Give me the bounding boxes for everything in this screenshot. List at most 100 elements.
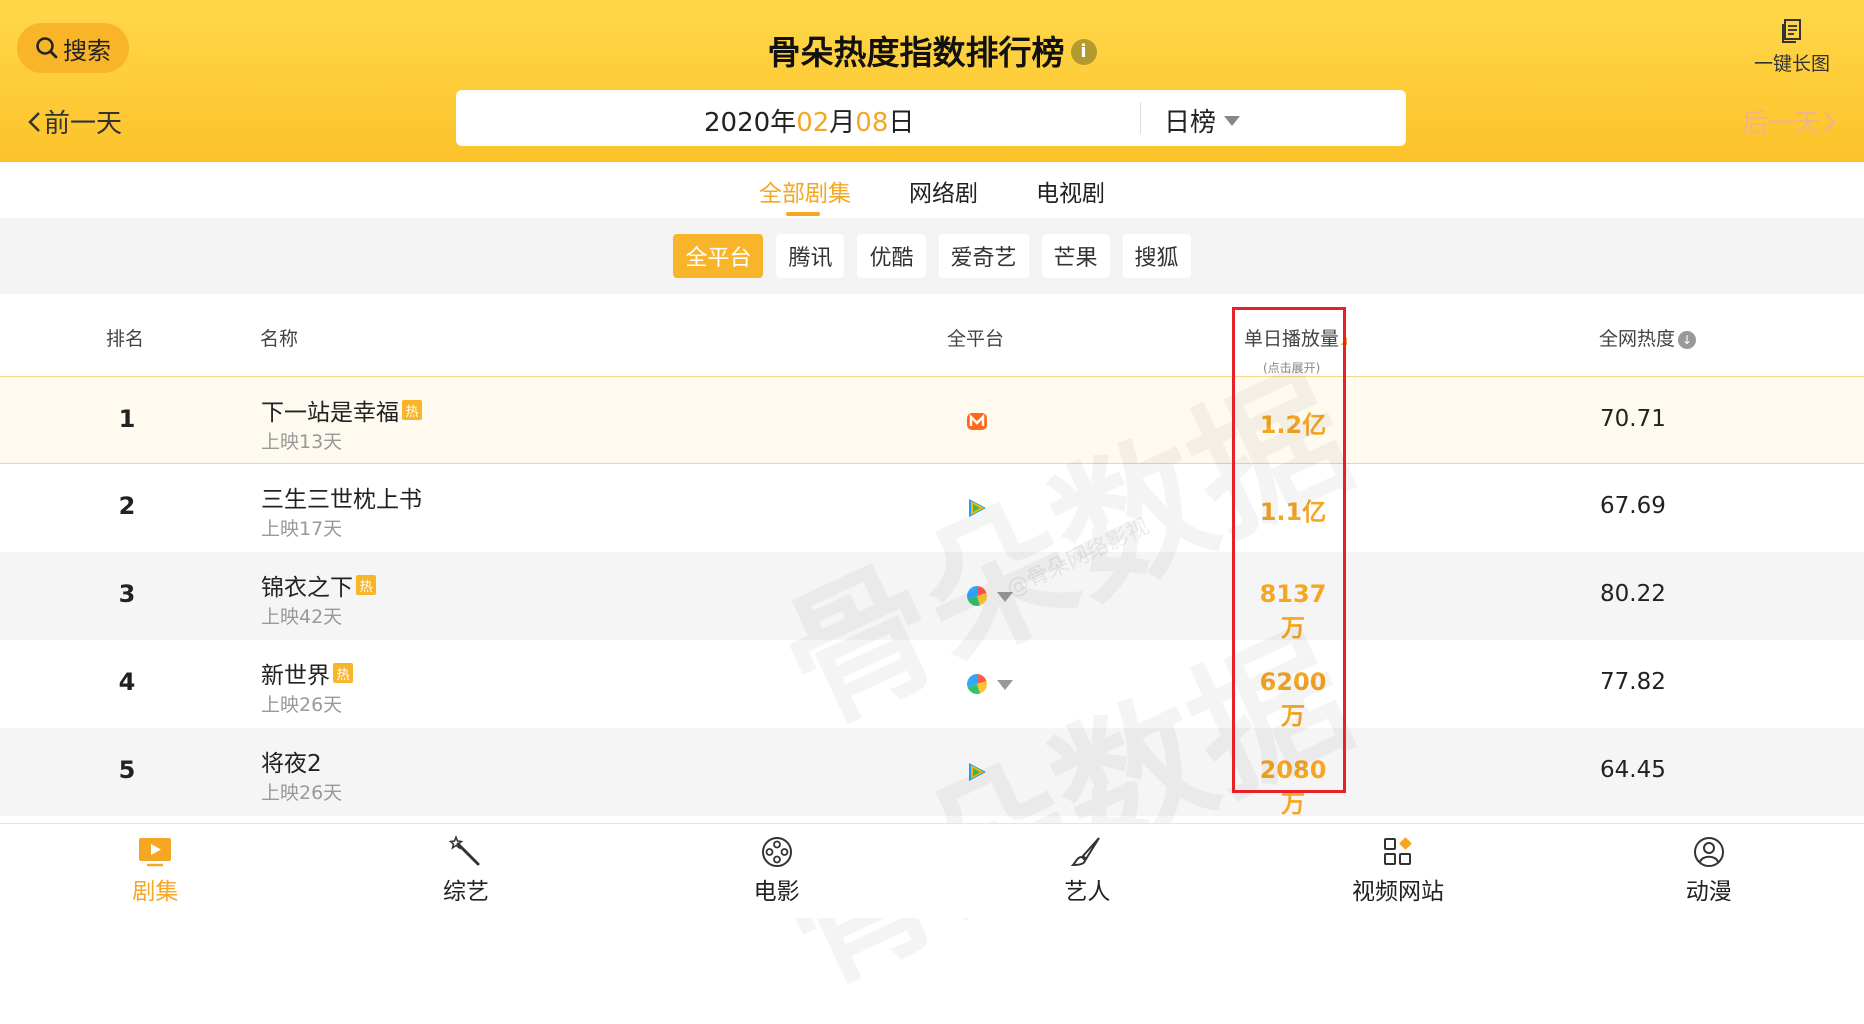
header-heat-label: 全网热度 bbox=[1599, 328, 1676, 350]
row-days: 上映42天 bbox=[261, 606, 343, 628]
tab-all[interactable]: 全部剧集 bbox=[759, 162, 851, 218]
date-selector: 2020年02月08日 日榜 bbox=[456, 90, 1406, 146]
row-title: 将夜2 bbox=[261, 751, 322, 777]
row-rank: 1 bbox=[118, 405, 136, 433]
prev-day-button[interactable]: 前一天 bbox=[26, 103, 122, 140]
row-days: 上映13天 bbox=[261, 431, 343, 453]
prev-day-label: 前一天 bbox=[44, 109, 123, 139]
arrow-down-circle-icon: ↓ bbox=[1678, 330, 1697, 349]
row-title: 锦衣之下 bbox=[261, 575, 353, 601]
bottom-nav: 剧集 综艺 电影 艺人 视频网站 动漫 bbox=[0, 823, 1864, 918]
date-month: 02 bbox=[796, 108, 830, 138]
header-name: 名称 bbox=[260, 328, 299, 350]
platform-mango[interactable]: 芒果 bbox=[1041, 234, 1110, 278]
row-heat: 80.22 bbox=[1600, 581, 1666, 607]
row-name: 新世界热 bbox=[261, 656, 353, 690]
row-name: 三生三世枕上书 bbox=[261, 480, 422, 514]
date-day: 08 bbox=[855, 108, 889, 138]
platform-youku[interactable]: 优酷 bbox=[857, 234, 926, 278]
table-row[interactable]: 5 将夜2 上映26天 2080万 64.45 bbox=[0, 728, 1864, 818]
table-row[interactable]: 1 下一站是幸福热 上映13天 1.2亿 70.71 bbox=[0, 376, 1864, 464]
nav-movies[interactable]: 电影 bbox=[621, 824, 932, 918]
table-row[interactable]: 2 三生三世枕上书 上映17天 1.1亿 67.69 bbox=[0, 464, 1864, 552]
tab-tv-series[interactable]: 电视剧 bbox=[1036, 162, 1105, 218]
platform-all[interactable]: 全平台 bbox=[673, 234, 764, 278]
row-title: 三生三世枕上书 bbox=[261, 487, 422, 513]
date-divider bbox=[1140, 102, 1141, 134]
nav-variety-label: 综艺 bbox=[443, 879, 489, 905]
row-days: 上映26天 bbox=[261, 782, 343, 804]
row-heat: 70.71 bbox=[1600, 406, 1666, 432]
chevron-left-icon bbox=[28, 111, 40, 132]
nav-variety[interactable]: 综艺 bbox=[311, 824, 622, 918]
expand-platforms-icon[interactable] bbox=[997, 592, 1013, 602]
tencent-video-icon bbox=[969, 763, 986, 781]
nav-video-sites[interactable]: 视频网站 bbox=[1243, 824, 1554, 918]
row-days: 上映26天 bbox=[261, 694, 343, 716]
hot-badge: 热 bbox=[356, 575, 376, 595]
film-reel-icon bbox=[761, 837, 792, 867]
platform-filter: 全平台 腾讯 优酷 爱奇艺 芒果 搜狐 bbox=[0, 218, 1864, 294]
nav-anime-label: 动漫 bbox=[1685, 879, 1732, 905]
row-title: 新世界 bbox=[261, 663, 330, 689]
next-day-label: 后一天 bbox=[1741, 109, 1820, 139]
header-heat[interactable]: 全网热度 ↓ bbox=[1599, 324, 1697, 351]
nav-movies-label: 电影 bbox=[753, 879, 800, 905]
platform-tencent[interactable]: 腾讯 bbox=[776, 234, 845, 278]
row-rank: 5 bbox=[118, 756, 136, 784]
long-image-label: 一键长图 bbox=[1753, 53, 1830, 75]
period-dropdown[interactable]: 日榜 bbox=[1164, 102, 1241, 139]
tencent-video-icon bbox=[969, 499, 986, 517]
multi-platform-icon bbox=[967, 674, 987, 694]
date-picker[interactable]: 2020年02月08日 bbox=[704, 102, 914, 139]
apps-icon bbox=[1384, 837, 1412, 865]
nav-series[interactable]: 剧集 bbox=[0, 824, 311, 918]
info-icon[interactable]: i bbox=[1070, 38, 1097, 65]
header-rank: 排名 bbox=[106, 328, 145, 350]
header-platform: 全平台 bbox=[947, 328, 1005, 350]
row-rank: 4 bbox=[118, 668, 136, 696]
mango-icon bbox=[967, 413, 987, 430]
hot-badge: 热 bbox=[333, 663, 353, 683]
date-month-unit: 月 bbox=[829, 108, 856, 138]
page-title: 骨朵热度指数排行榜 i bbox=[0, 26, 1864, 74]
ranking-list: 1 下一站是幸福热 上映13天 1.2亿 70.71 2 三生三世枕上书 上映1… bbox=[0, 376, 1864, 818]
nav-anime[interactable]: 动漫 bbox=[1553, 824, 1864, 918]
brush-icon bbox=[1070, 837, 1101, 867]
date-day-unit: 日 bbox=[888, 108, 915, 138]
row-title: 下一站是幸福 bbox=[261, 400, 399, 426]
nav-video-sites-label: 视频网站 bbox=[1352, 879, 1445, 905]
tab-web-series[interactable]: 网络剧 bbox=[909, 162, 978, 218]
category-tabs: 全部剧集 网络剧 电视剧 bbox=[0, 162, 1864, 218]
caret-down-icon bbox=[1224, 115, 1241, 126]
table-row[interactable]: 4 新世界热 上映26天 6200万 77.82 bbox=[0, 640, 1864, 730]
header: 搜索 骨朵热度指数排行榜 i 一键长图 前一天 后一天 2020年02月08日 日… bbox=[0, 0, 1864, 162]
nav-artists[interactable]: 艺人 bbox=[932, 824, 1243, 918]
row-heat: 67.69 bbox=[1600, 493, 1666, 519]
table-row[interactable]: 3 锦衣之下热 上映42天 8137万 80.22 bbox=[0, 552, 1864, 642]
nav-artists-label: 艺人 bbox=[1064, 879, 1111, 905]
document-icon bbox=[1781, 19, 1801, 43]
expand-platforms-icon[interactable] bbox=[997, 680, 1013, 690]
row-name: 下一站是幸福热 bbox=[261, 393, 422, 427]
long-image-button[interactable]: 一键长图 bbox=[1754, 18, 1830, 76]
table-header: 排名 名称 全平台 单日播放量 (点击展开) 全网热度 ↓ bbox=[0, 294, 1864, 376]
chevron-right-icon bbox=[1824, 111, 1836, 132]
row-name: 将夜2 bbox=[261, 744, 322, 778]
row-rank: 3 bbox=[118, 580, 136, 608]
row-heat: 77.82 bbox=[1600, 669, 1666, 695]
row-heat: 64.45 bbox=[1600, 757, 1666, 783]
page-title-text: 骨朵热度指数排行榜 bbox=[767, 33, 1065, 72]
platform-sohu[interactable]: 搜狐 bbox=[1122, 234, 1191, 278]
date-year: 2020 bbox=[704, 108, 771, 138]
nav-series-label: 剧集 bbox=[132, 879, 179, 905]
date-year-unit: 年 bbox=[770, 108, 797, 138]
hot-badge: 热 bbox=[402, 400, 422, 420]
user-circle-icon bbox=[1693, 837, 1724, 867]
platform-iqiyi[interactable]: 爱奇艺 bbox=[938, 234, 1029, 278]
row-days: 上映17天 bbox=[261, 518, 343, 540]
multi-platform-icon bbox=[967, 586, 987, 606]
row-rank: 2 bbox=[118, 492, 136, 520]
period-label: 日榜 bbox=[1164, 108, 1217, 138]
next-day-button[interactable]: 后一天 bbox=[1742, 103, 1838, 140]
